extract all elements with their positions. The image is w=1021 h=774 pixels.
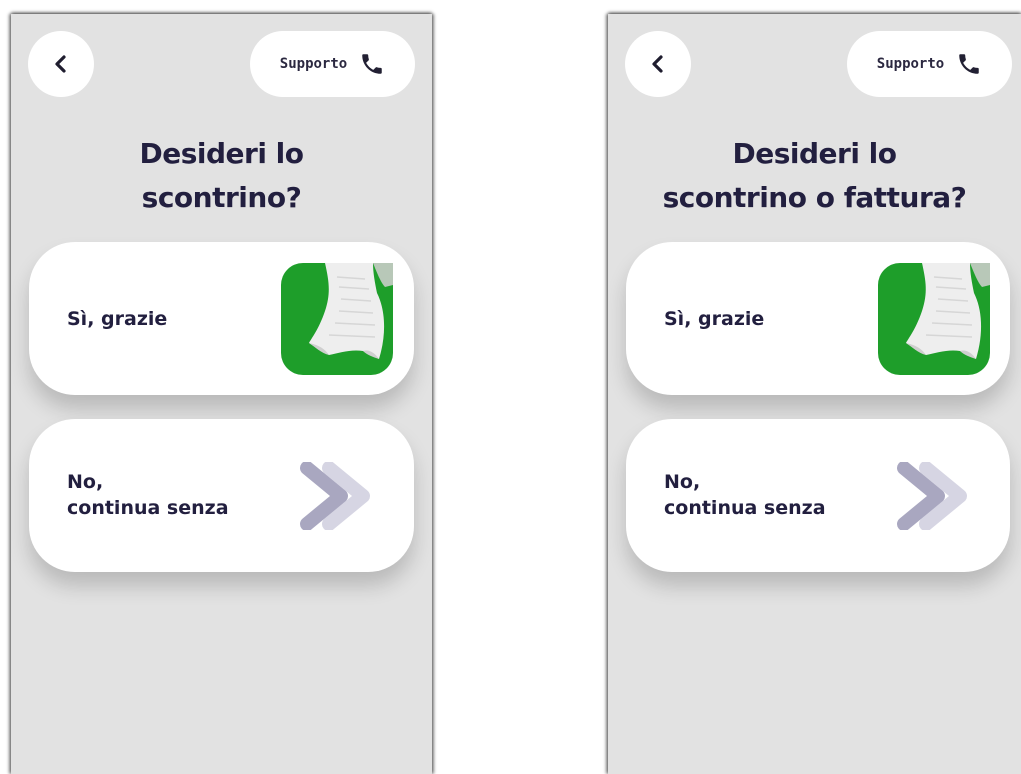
- support-label: Supporto: [876, 56, 945, 72]
- back-button[interactable]: [625, 31, 691, 97]
- page-title: Desideri lo scontrino o fattura?: [608, 132, 1021, 220]
- no-label: No, continua senza: [67, 469, 229, 521]
- no-label: No, continua senza: [664, 469, 826, 521]
- phone-icon: [959, 54, 979, 74]
- phone-icon: [362, 54, 382, 74]
- double-chevron-right-icon: [897, 462, 967, 530]
- chevron-left-icon: [55, 55, 66, 73]
- yes-receipt-button[interactable]: Sì, grazie: [29, 242, 414, 395]
- support-button[interactable]: Supporto: [250, 31, 415, 97]
- receipt-icon: [878, 263, 990, 375]
- title-line-1: Desideri lo: [139, 137, 304, 170]
- screen-receipt: Supporto Desideri lo scontrino? Sì, graz…: [11, 14, 432, 774]
- yes-label: Sì, grazie: [67, 308, 168, 330]
- no-label-line-2: continua senza: [67, 497, 229, 519]
- no-label-line-2: continua senza: [664, 497, 826, 519]
- title-line-1: Desideri lo: [732, 137, 897, 170]
- support-label: Supporto: [279, 56, 348, 72]
- page-title: Desideri lo scontrino?: [11, 132, 432, 220]
- no-receipt-button[interactable]: No, continua senza: [29, 419, 414, 572]
- no-receipt-button[interactable]: No, continua senza: [626, 419, 1010, 572]
- no-label-line-1: No,: [664, 471, 701, 493]
- chevron-left-icon: [652, 55, 663, 73]
- yes-label: Sì, grazie: [664, 308, 765, 330]
- back-button[interactable]: [28, 31, 94, 97]
- screen-receipt-or-invoice: Supporto Desideri lo scontrino o fattura…: [608, 14, 1021, 774]
- no-label-line-1: No,: [67, 471, 104, 493]
- support-button[interactable]: Supporto: [847, 31, 1012, 97]
- double-chevron-right-icon: [300, 462, 370, 530]
- yes-receipt-button[interactable]: Sì, grazie: [626, 242, 1010, 395]
- receipt-icon: [281, 263, 393, 375]
- title-line-2: scontrino?: [141, 181, 302, 214]
- title-line-2: scontrino o fattura?: [662, 181, 967, 214]
